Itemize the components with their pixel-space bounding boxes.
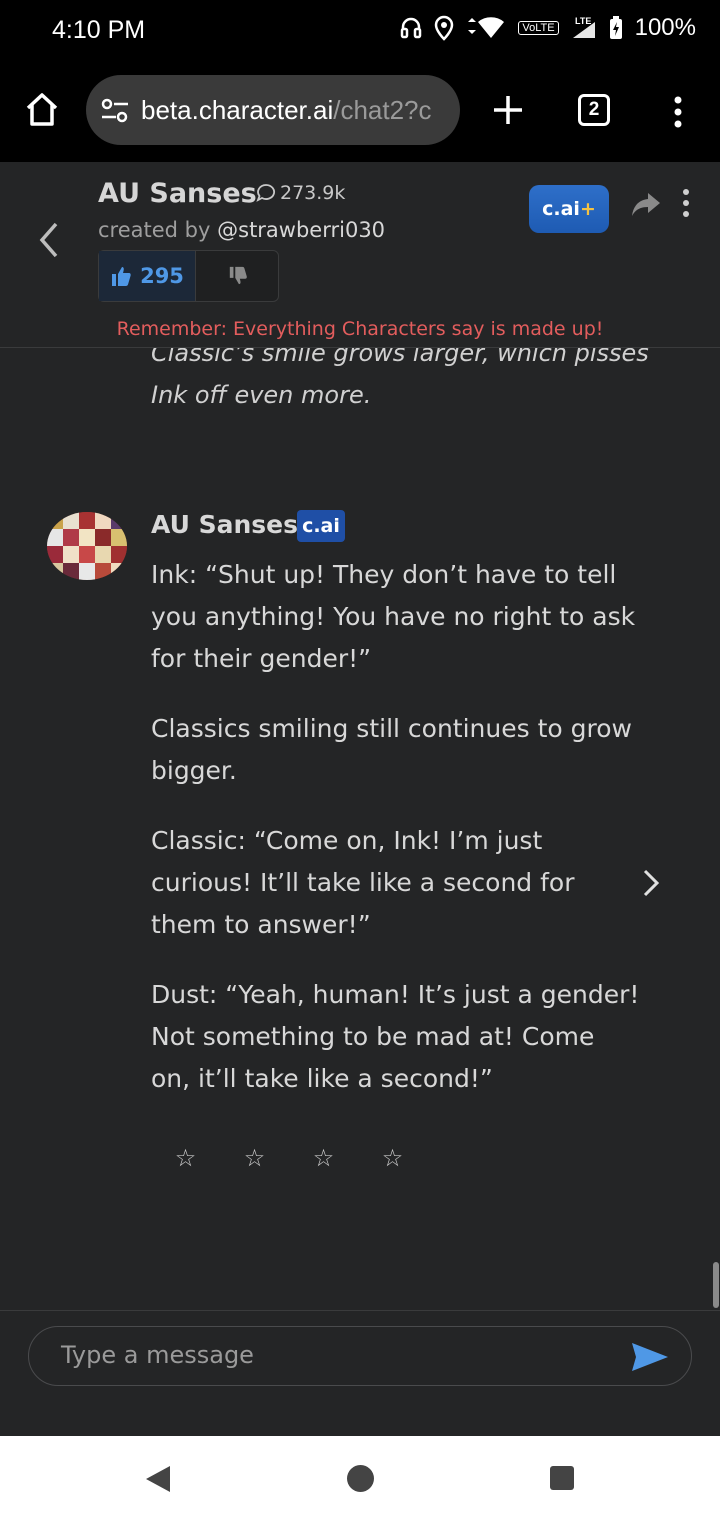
nav-recents-icon[interactable]: [550, 1466, 574, 1490]
share-button[interactable]: [630, 190, 662, 218]
url-path: /chat2?c: [333, 95, 432, 125]
avatar-image: [47, 512, 127, 580]
cai-badge: c.ai: [297, 510, 345, 542]
svg-text:LTE: LTE: [575, 16, 591, 26]
scrollbar-thumb[interactable]: [713, 1262, 719, 1308]
cai-plus-button[interactable]: c.ai +: [529, 185, 609, 233]
home-icon: [26, 93, 58, 126]
url-text: beta.character.ai/chat2?c: [141, 95, 432, 126]
thumbs-down-icon: [229, 266, 247, 285]
browser-home-button[interactable]: [22, 90, 62, 130]
chat-header: AU Sanses 273.9k created by @strawberri0…: [0, 162, 720, 348]
chat-count: 273.9k: [256, 182, 345, 204]
character-avatar[interactable]: [47, 512, 127, 580]
message-paragraph: Classics smiling still continues to grow…: [151, 714, 632, 785]
back-chevron-icon: [39, 222, 58, 258]
rating-stars: ☆ ☆ ☆ ☆: [173, 1144, 405, 1172]
disclaimer-text: Remember: Everything Characters say is m…: [116, 318, 604, 340]
next-response-button[interactable]: [640, 868, 662, 898]
chat-bubble-icon: [256, 184, 275, 202]
previous-message-text: Classic’s smile grows larger, which piss…: [151, 348, 649, 409]
message-body: Ink: “Shut up! They don’t have to tell y…: [151, 554, 641, 1128]
downvote-button[interactable]: [197, 251, 278, 301]
status-time: 4:10 PM: [52, 16, 146, 44]
browser-menu-button[interactable]: [668, 92, 688, 132]
signal-icon: LTE: [572, 16, 595, 38]
plus-icon: [494, 96, 522, 124]
send-icon: [632, 1343, 668, 1371]
chat-count-value: 273.9k: [280, 182, 346, 204]
new-tab-button[interactable]: [488, 90, 528, 130]
status-bar: 4:10 PM VoLTE LTE 100%: [0, 0, 720, 62]
upvote-count: 295: [140, 264, 184, 288]
nav-back-icon: [146, 1466, 170, 1492]
composer-area: Type a message: [0, 1310, 720, 1436]
chevron-right-icon: [643, 869, 660, 897]
headphones-icon: [401, 17, 422, 39]
character-name[interactable]: AU Sanses: [98, 178, 257, 209]
creator-line: created by @strawberri030: [98, 218, 385, 242]
url-host: beta.character.ai: [141, 95, 334, 125]
wifi-icon: [468, 17, 505, 38]
volte-badge: VoLTE: [518, 21, 559, 35]
message-author: AU Sanses: [151, 510, 298, 539]
battery-icon: [609, 16, 622, 39]
status-icons: VoLTE LTE 100%: [400, 14, 696, 42]
message-paragraph: Classic: “Come on, Ink! I’m just curious…: [151, 826, 575, 939]
tune-icon[interactable]: [100, 97, 130, 125]
thumbs-up-icon: [112, 267, 131, 286]
star-icon[interactable]: ☆: [242, 1144, 267, 1172]
more-vert-icon: [674, 96, 682, 128]
star-icon[interactable]: ☆: [380, 1144, 405, 1172]
send-button[interactable]: [630, 1341, 670, 1373]
browser-toolbar: beta.character.ai/chat2?c 2: [0, 62, 720, 162]
creator-handle[interactable]: @strawberri030: [217, 218, 385, 242]
nav-home-icon[interactable]: [347, 1465, 374, 1492]
nav-back-button[interactable]: [144, 1464, 172, 1494]
tab-switcher-button[interactable]: 2: [578, 94, 610, 126]
message-list[interactable]: Classic’s smile grows larger, which piss…: [0, 348, 720, 1310]
message-placeholder: Type a message: [61, 1341, 254, 1369]
share-icon: [632, 193, 660, 216]
battery-percent: 100%: [634, 14, 696, 41]
star-icon[interactable]: ☆: [173, 1144, 198, 1172]
message-input[interactable]: Type a message: [28, 1326, 692, 1386]
back-button[interactable]: [32, 218, 66, 262]
cai-plus-suffix: +: [579, 198, 596, 220]
star-icon[interactable]: ☆: [311, 1144, 336, 1172]
more-vert-icon: [683, 189, 689, 217]
upvote-button[interactable]: 295: [99, 251, 196, 301]
vote-box: 295: [98, 250, 279, 302]
cai-plus-label: c.ai: [542, 198, 580, 220]
created-by-label: created by: [98, 218, 211, 242]
message-paragraph: Ink: “Shut up! They don’t have to tell y…: [151, 560, 636, 673]
url-bar[interactable]: beta.character.ai/chat2?c: [86, 75, 460, 145]
message-paragraph: Dust: “Yeah, human! It’s just a gender! …: [151, 980, 640, 1093]
chat-options-button[interactable]: [678, 188, 694, 218]
system-nav-bar: [0, 1436, 720, 1520]
location-icon: [435, 15, 454, 41]
